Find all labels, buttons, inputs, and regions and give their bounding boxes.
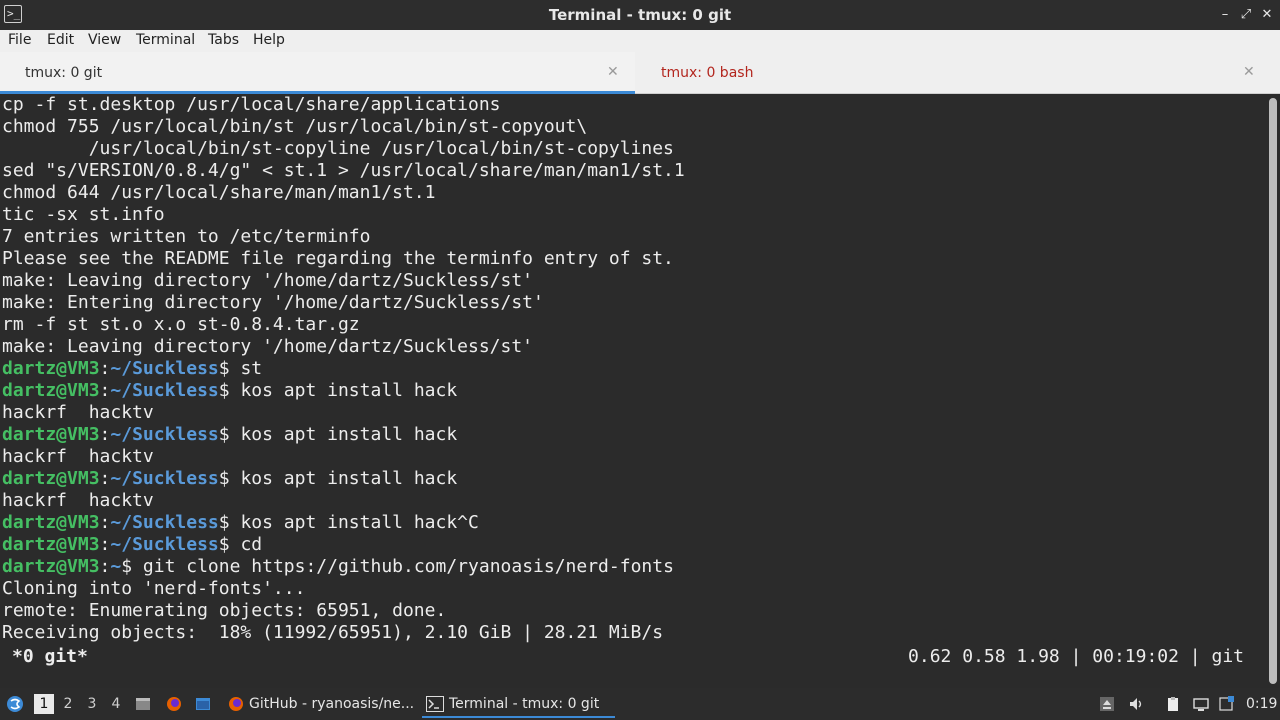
workspace-2[interactable]: 2 <box>58 694 78 714</box>
terminal-line: hackrf hacktv <box>2 446 154 467</box>
terminal-output[interactable]: cp -f st.desktop /usr/local/share/applic… <box>0 94 1266 688</box>
terminal-line: Receiving objects: 18% (11992/65951), 2.… <box>2 622 664 643</box>
terminal-line: hackrf hacktv <box>2 490 154 511</box>
task-label: GitHub - ryanoasis/ne... <box>249 696 415 712</box>
terminal-line: Cloning into 'nerd-fonts'... <box>2 578 306 599</box>
workspace-4[interactable]: 4 <box>106 694 126 714</box>
terminal-line: rm -f st st.o x.o st-0.8.4.tar.gz <box>2 314 360 335</box>
tab-tmux-bash[interactable]: tmux: 0 bash ✕ <box>636 52 1280 94</box>
menu-view[interactable]: View <box>88 32 121 48</box>
file-manager-icon[interactable] <box>135 696 151 712</box>
terminal-line: tic -sx st.info <box>2 204 165 225</box>
menu-tabs[interactable]: Tabs <box>208 32 239 48</box>
tab-close-icon[interactable]: ✕ <box>1243 64 1255 80</box>
window-title: Terminal - tmux: 0 git <box>548 6 732 24</box>
terminal-line: cp -f st.desktop /usr/local/share/applic… <box>2 94 501 115</box>
tab-label: tmux: 0 bash <box>661 65 754 81</box>
terminal-line: make: Entering directory '/home/dartz/Su… <box>2 292 544 313</box>
taskbar-firefox-task[interactable]: GitHub - ryanoasis/ne... <box>224 692 414 716</box>
clipboard-icon[interactable] <box>1165 696 1181 712</box>
terminal-icon <box>426 696 444 712</box>
menu-help[interactable]: Help <box>253 32 285 48</box>
tmux-status-right: 0.62 0.58 1.98 | 00:19:02 | git <box>908 646 1244 667</box>
menu-file[interactable]: File <box>8 32 31 48</box>
eject-icon[interactable] <box>1099 696 1115 712</box>
terminal-scrollbar[interactable] <box>1266 94 1280 688</box>
window-titlebar: >_ Terminal - tmux: 0 git – ⤢ ✕ <box>0 0 1280 30</box>
prompt-line: dartz@VM3:~/Suckless$ cd <box>2 534 263 555</box>
tab-close-icon[interactable]: ✕ <box>607 64 619 80</box>
tmux-window-list: *0 git* <box>12 646 88 667</box>
terminal-line: Please see the README file regarding the… <box>2 248 674 269</box>
start-menu-icon[interactable] <box>6 695 24 713</box>
prompt-line: dartz@VM3:~/Suckless$ kos apt install ha… <box>2 424 458 445</box>
tab-bar: tmux: 0 git ✕ tmux: 0 bash ✕ <box>0 52 1280 94</box>
terminal-line: sed "s/VERSION/0.8.4/g" < st.1 > /usr/lo… <box>2 160 685 181</box>
terminal-line: 7 entries written to /etc/terminfo <box>2 226 371 247</box>
prompt-line: dartz@VM3:~/Suckless$ kos apt install ha… <box>2 468 458 489</box>
prompt-line: dartz@VM3:~/Suckless$ kos apt install ha… <box>2 380 458 401</box>
prompt-line: dartz@VM3:~$ git clone https://github.co… <box>2 556 674 577</box>
notification-icon[interactable] <box>1218 696 1234 712</box>
terminal-line: /usr/local/bin/st-copyline /usr/local/bi… <box>2 138 674 159</box>
menu-edit[interactable]: Edit <box>47 32 74 48</box>
terminal-line: hackrf hacktv <box>2 402 154 423</box>
prompt-line: dartz@VM3:~/Suckless$ kos apt install ha… <box>2 512 479 533</box>
firefox-icon <box>229 697 243 711</box>
menu-terminal[interactable]: Terminal <box>136 32 195 48</box>
terminal-line: remote: Enumerating objects: 65951, done… <box>2 600 447 621</box>
taskbar-terminal-task[interactable]: Terminal - tmux: 0 git <box>422 692 615 718</box>
workspace-3[interactable]: 3 <box>82 694 102 714</box>
menu-bar: File Edit View Terminal Tabs Help <box>0 30 1280 52</box>
window-icon[interactable] <box>195 696 211 712</box>
terminal-line: make: Leaving directory '/home/dartz/Suc… <box>2 336 534 357</box>
tab-label: tmux: 0 git <box>25 65 103 81</box>
close-window-button[interactable]: ✕ <box>1257 5 1277 25</box>
terminal-line: chmod 755 /usr/local/bin/st /usr/local/b… <box>2 116 588 137</box>
terminal-line: chmod 644 /usr/local/share/man/man1/st.1 <box>2 182 436 203</box>
clock[interactable]: 0:19 <box>1246 696 1277 712</box>
task-label: Terminal - tmux: 0 git <box>449 696 600 712</box>
network-icon[interactable] <box>1193 696 1209 712</box>
prompt-line: dartz@VM3:~/Suckless$ st <box>2 358 263 379</box>
tab-tmux-git[interactable]: tmux: 0 git ✕ <box>0 52 635 94</box>
volume-icon[interactable] <box>1128 696 1144 712</box>
minimize-button[interactable]: – <box>1215 5 1235 25</box>
workspace-1[interactable]: 1 <box>34 694 54 714</box>
terminal-line: make: Leaving directory '/home/dartz/Suc… <box>2 270 534 291</box>
firefox-icon[interactable] <box>166 696 182 712</box>
taskbar: 1 2 3 4 GitHub - ryanoasis/ne... Termina… <box>0 688 1280 720</box>
scrollbar-thumb[interactable] <box>1269 98 1277 684</box>
maximize-button[interactable]: ⤢ <box>1236 5 1256 25</box>
